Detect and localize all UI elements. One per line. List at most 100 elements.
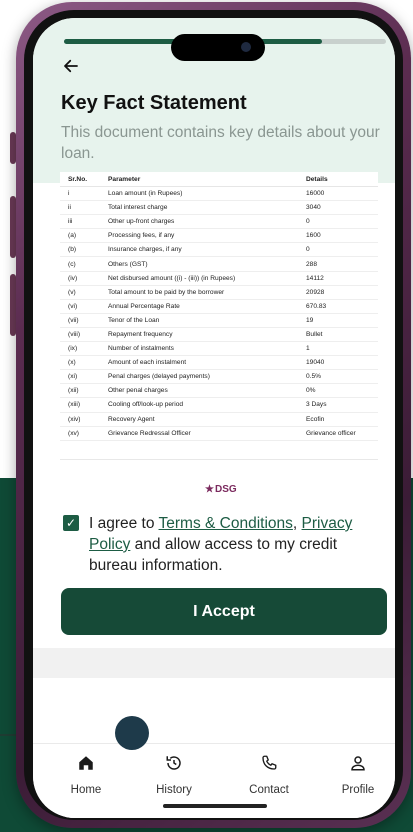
row-value: 670.83	[298, 299, 378, 314]
table-row: (xi) Penal charges (delayed payments) 0.5%	[60, 369, 378, 385]
row-number: (vii)	[60, 313, 100, 328]
row-number: (c)	[60, 256, 100, 272]
nav-label: Contact	[249, 784, 289, 796]
nav-label: Profile	[341, 784, 375, 796]
row-value: 1600	[298, 228, 378, 244]
row-value: Ecofin	[298, 412, 378, 427]
row-value: 0%	[298, 383, 378, 399]
camera-notch	[171, 34, 265, 61]
row-number: (iv)	[60, 271, 100, 286]
page-subtitle: This document contains key details about…	[61, 124, 380, 162]
row-value: 0	[298, 242, 378, 258]
table-row: (xii) Other penal charges 0%	[60, 383, 378, 399]
row-value: 288	[298, 256, 378, 272]
table-row: (viii) Repayment frequency Bullet	[60, 327, 378, 343]
nav-item-contact[interactable]: Contact	[234, 754, 304, 796]
row-number: (b)	[60, 242, 100, 258]
home-indicator	[163, 804, 267, 808]
consent-checkbox[interactable]: ✓	[63, 515, 79, 531]
app-screen: Key Fact Statement This document contain…	[33, 18, 395, 818]
row-parameter: Recovery Agent	[100, 412, 298, 427]
row-number: (v)	[60, 285, 100, 300]
home-icon	[51, 754, 121, 778]
callout-dot	[115, 716, 149, 750]
row-value: 1	[298, 341, 378, 357]
row-parameter: Number of instalments	[100, 341, 298, 357]
column-header: Parameter	[100, 172, 298, 187]
nav-item-home[interactable]: Home	[51, 754, 121, 796]
arrow-left-icon	[64, 59, 78, 73]
row-parameter: Total amount to be paid by the borrower	[100, 285, 298, 300]
row-value: 16000	[298, 186, 378, 202]
row-number: (ix)	[60, 341, 100, 357]
table-row: (ix) Number of instalments 1	[60, 341, 378, 357]
table-row: ii Total interest charge 3040	[60, 200, 378, 216]
row-number: (xiv)	[60, 412, 100, 427]
row-parameter: Processing fees, if any	[100, 228, 298, 244]
row-parameter: Tenor of the Loan	[100, 313, 298, 328]
table-row: (vi) Annual Percentage Rate 670.83	[60, 299, 378, 314]
user-icon	[323, 754, 393, 778]
nav-item-profile[interactable]: Profile	[323, 754, 393, 796]
table-row: (x) Amount of each instalment 19040	[60, 355, 378, 371]
row-number: (xv)	[60, 426, 100, 441]
dsg-logo: ★DSG	[205, 484, 237, 495]
history-icon	[139, 754, 209, 778]
row-value: 14112	[298, 271, 378, 286]
row-value: 3040	[298, 200, 378, 216]
row-value: 0	[298, 214, 378, 230]
back-button[interactable]	[62, 55, 80, 81]
row-value: 3 Days	[298, 397, 378, 413]
camera-icon	[241, 42, 251, 52]
divider-band	[33, 648, 395, 678]
column-header: Details	[298, 172, 378, 187]
row-parameter: Insurance charges, if any	[100, 242, 298, 258]
table-row: (vii) Tenor of the Loan 19	[60, 313, 378, 328]
nav-label: History	[156, 784, 192, 796]
row-parameter: Loan amount (in Rupees)	[100, 186, 298, 202]
row-value: Bullet	[298, 327, 378, 343]
star-icon: ★	[205, 484, 214, 495]
row-number: (xi)	[60, 369, 100, 385]
row-value: 20928	[298, 285, 378, 300]
phone-icon	[234, 754, 304, 778]
row-number: (a)	[60, 228, 100, 244]
consent-text: I agree to Terms & Conditions, Privacy P…	[89, 513, 379, 576]
table-row: (c) Others (GST) 288	[60, 256, 378, 272]
row-number: (viii)	[60, 327, 100, 343]
table-header-row: Sr.No. Parameter Details	[60, 172, 378, 187]
row-value: 19040	[298, 355, 378, 371]
row-number: i	[60, 186, 100, 202]
nav-label: Home	[70, 784, 102, 796]
page-title: Key Fact Statement	[61, 92, 247, 114]
table-row: iii Other up-front charges 0	[60, 214, 378, 230]
table-row: (iv) Net disbursed amount ((i) - (iii)) (…	[60, 271, 378, 286]
table-row: (b) Insurance charges, if any 0	[60, 242, 378, 258]
row-value: 0.5%	[298, 369, 378, 385]
row-number: (x)	[60, 355, 100, 371]
row-number: (xiii)	[60, 397, 100, 413]
consent-separator: ,	[292, 515, 302, 532]
row-parameter: Penal charges (delayed payments)	[100, 369, 298, 385]
table-row: (xiv) Recovery Agent Ecofin	[60, 412, 378, 427]
table-row: (xv) Grievance Redressal Officer Grievance…	[60, 426, 378, 441]
row-parameter: Total interest charge	[100, 200, 298, 216]
row-number: (xii)	[60, 383, 100, 399]
column-header: Sr.No.	[60, 172, 100, 187]
terms-link[interactable]: Terms & Conditions	[159, 515, 293, 532]
row-number: (vi)	[60, 299, 100, 314]
accept-button[interactable]: I Accept	[61, 588, 387, 635]
row-value: 19	[298, 313, 378, 328]
nav-item-history[interactable]: History	[139, 754, 209, 796]
row-parameter: Amount of each instalment	[100, 355, 298, 371]
table-row: i Loan amount (in Rupees) 16000	[60, 186, 378, 202]
row-parameter: Cooling off/look-up period	[100, 397, 298, 413]
table-row: (xiii) Cooling off/look-up period 3 Days	[60, 397, 378, 413]
key-fact-table: Sr.No. Parameter Details i Loan amount (i…	[60, 172, 378, 460]
row-parameter: Other up-front charges	[100, 214, 298, 230]
table-row: (v) Total amount to be paid by the borrow…	[60, 285, 378, 300]
row-parameter: Others (GST)	[100, 256, 298, 272]
table-row: (a) Processing fees, if any 1600	[60, 228, 378, 244]
row-value: Grievance officer	[298, 426, 378, 441]
row-parameter: Other penal charges	[100, 383, 298, 399]
